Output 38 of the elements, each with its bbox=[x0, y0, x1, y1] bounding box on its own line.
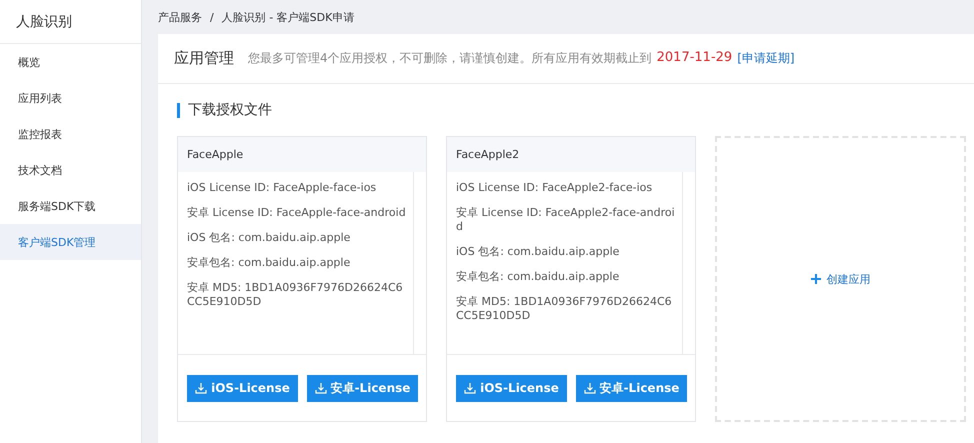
license-field: 安卓包名: com.baidu.aip.apple bbox=[187, 256, 413, 270]
app-name: FaceApple bbox=[178, 137, 426, 172]
extend-link[interactable]: [申请延期] bbox=[737, 50, 795, 67]
download-button[interactable]: iOS-License bbox=[187, 374, 298, 402]
license-field: 安卓 MD5: 1BD1A0936F7976D26624C6CC5E910D5D bbox=[456, 295, 682, 323]
download-icon bbox=[195, 382, 208, 394]
section-marker bbox=[177, 102, 180, 118]
license-field: 安卓 MD5: 1BD1A0936F7976D26624C6CC5E910D5D bbox=[187, 281, 413, 309]
download-button[interactable]: 安卓-License bbox=[307, 374, 418, 402]
sidebar-item[interactable]: 客户端SDK管理 bbox=[0, 224, 141, 260]
sidebar-item[interactable]: 概览 bbox=[0, 44, 141, 80]
sidebar-title: 人脸识别 bbox=[0, 0, 141, 44]
breadcrumb-separator: / bbox=[210, 10, 214, 24]
sidebar-item[interactable]: 监控报表 bbox=[0, 116, 141, 152]
license-field: 安卓 License ID: FaceApple-face-android bbox=[187, 206, 413, 220]
sidebar-item[interactable]: 技术文档 bbox=[0, 152, 141, 188]
license-field: iOS 包名: com.baidu.aip.apple bbox=[187, 231, 413, 245]
license-field: iOS 包名: com.baidu.aip.apple bbox=[456, 245, 682, 259]
breadcrumb-link[interactable]: 产品服务 bbox=[158, 10, 202, 24]
plus-icon bbox=[810, 274, 820, 284]
download-icon bbox=[314, 382, 327, 394]
breadcrumb-current: 人脸识别 - 客户端SDK申请 bbox=[222, 10, 354, 24]
download-icon bbox=[584, 382, 596, 394]
download-icon bbox=[464, 382, 476, 394]
download-button[interactable]: iOS-License bbox=[456, 374, 567, 402]
sidebar-item[interactable]: 应用列表 bbox=[0, 80, 141, 116]
create-app-button[interactable]: 创建应用 bbox=[810, 272, 870, 286]
license-field: iOS License ID: FaceApple2-face-ios bbox=[456, 181, 682, 195]
notice-text: 您最多可管理4个应用授权，不可删除，请谨慎创建。所有应用有效期截止到 bbox=[248, 50, 652, 67]
page-title: 应用管理 bbox=[174, 49, 234, 68]
license-field: 安卓包名: com.baidu.aip.apple bbox=[456, 270, 682, 284]
expiry-date: 2017-11-29 bbox=[656, 50, 732, 67]
download-button[interactable]: 安卓-License bbox=[576, 374, 687, 402]
license-field: 安卓 License ID: FaceApple2-face-android bbox=[456, 206, 682, 234]
app-name: FaceApple2 bbox=[447, 137, 695, 172]
sidebar-item[interactable]: 服务端SDK下载 bbox=[0, 188, 141, 224]
section-title: 下载授权文件 bbox=[188, 101, 272, 119]
license-field: iOS License ID: FaceApple-face-ios bbox=[187, 181, 413, 195]
